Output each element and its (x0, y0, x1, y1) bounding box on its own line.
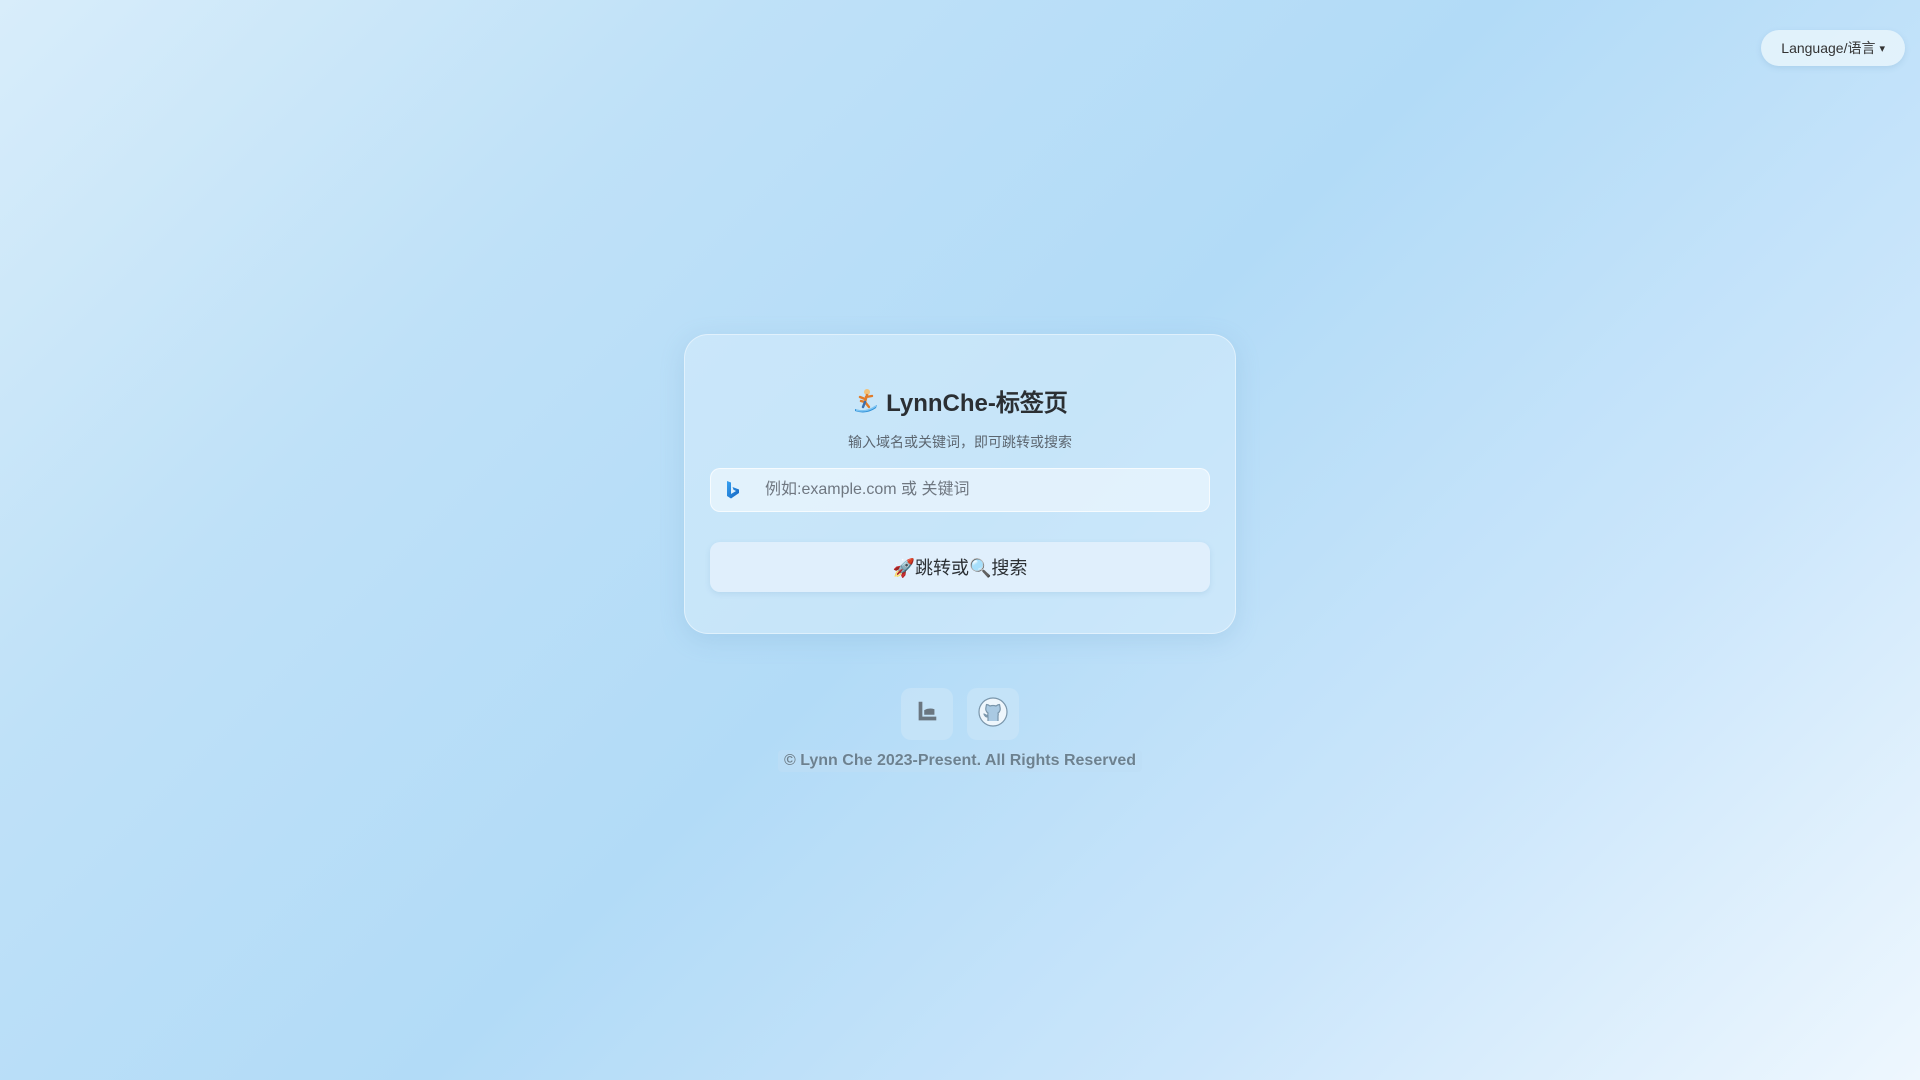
language-dropdown-button[interactable]: Language/语言 ▾ (1761, 30, 1905, 66)
go-search-button[interactable]: 🚀跳转或🔍搜索 (710, 542, 1210, 592)
chevron-down-icon: ▾ (1879, 42, 1885, 55)
footer-links (0, 688, 1920, 740)
blog-logo-icon (914, 699, 940, 730)
language-label: Language/语言 (1781, 40, 1876, 56)
copyright-row: © Lynn Che 2023-Present. All Rights Rese… (0, 750, 1920, 772)
page-subtitle: 输入域名或关键词，即可跳转或搜索 (848, 434, 1072, 450)
page-title-row: LynnChe-标签页 (710, 383, 1210, 418)
blog-link-button[interactable] (901, 688, 953, 740)
search-input[interactable] (763, 480, 1197, 500)
copyright-text: © Lynn Che 2023-Present. All Rights Rese… (777, 750, 1143, 772)
search-bar[interactable] (710, 468, 1210, 512)
github-icon (978, 696, 1008, 732)
surfer-icon (852, 387, 880, 415)
page-title: LynnChe-标签页 (886, 390, 1068, 417)
search-card: LynnChe-标签页 输入域名或关键词，即可跳转或搜索 🚀跳转或🔍搜索 (684, 334, 1236, 634)
github-link-button[interactable] (967, 688, 1019, 740)
bing-icon[interactable] (723, 479, 743, 501)
